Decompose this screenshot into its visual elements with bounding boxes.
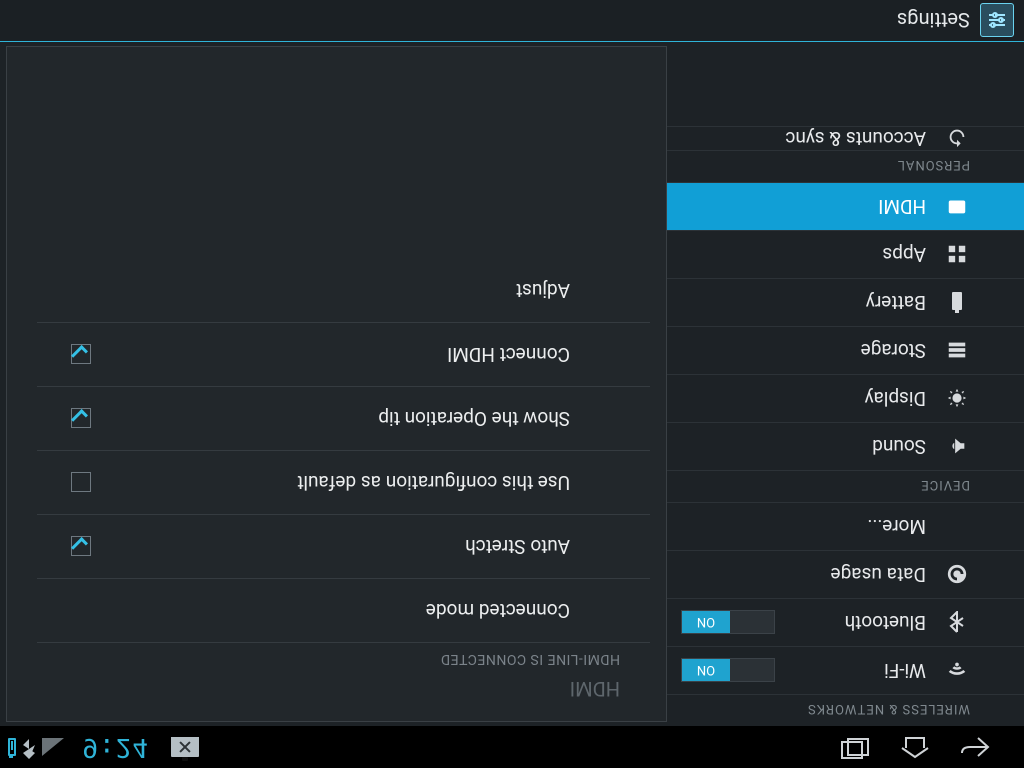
checkbox-show-tip[interactable] bbox=[71, 409, 91, 429]
home-button[interactable] bbox=[898, 734, 932, 760]
category-wireless: WIRELESS & NETWORKS bbox=[667, 694, 1024, 726]
back-button[interactable] bbox=[958, 734, 992, 760]
recents-app-label: Settings bbox=[897, 9, 970, 33]
row-label: Connected mode bbox=[426, 599, 570, 622]
bluetooth-status-icon bbox=[22, 734, 36, 760]
checkbox-connect-hdmi[interactable] bbox=[71, 345, 91, 365]
sidebar-item-bluetooth[interactable]: Bluetooth ON bbox=[667, 598, 1024, 646]
sidebar-label: Display bbox=[865, 387, 926, 410]
row-label: Show the Operation tip bbox=[378, 407, 570, 430]
sidebar-item-apps[interactable]: Apps bbox=[667, 230, 1024, 278]
sidebar-label: Wi-Fi bbox=[884, 659, 926, 682]
sidebar-item-wifi[interactable]: Wi-Fi ON bbox=[667, 646, 1024, 694]
sidebar-label: Sound bbox=[872, 435, 926, 458]
apps-icon bbox=[944, 242, 970, 268]
row-label: Auto Stretch bbox=[465, 535, 570, 558]
sidebar-item-data-usage[interactable]: Data usage bbox=[667, 550, 1024, 598]
sidebar-label: Bluetooth bbox=[845, 611, 926, 634]
row-use-default[interactable]: Use this configuration as default bbox=[37, 450, 650, 514]
storage-icon bbox=[944, 338, 970, 364]
row-auto-stretch[interactable]: Auto Stretch bbox=[37, 514, 650, 578]
pane-title: HDMI bbox=[7, 667, 666, 721]
recents-bar: Settings bbox=[0, 0, 1024, 42]
sidebar-label: HDMI bbox=[878, 195, 926, 218]
settings-app-icon[interactable] bbox=[980, 4, 1014, 38]
battery-icon bbox=[944, 290, 970, 316]
row-label: Connect HDMI bbox=[447, 343, 570, 366]
sidebar-label: Storage bbox=[861, 339, 926, 362]
hdmi-icon bbox=[944, 194, 970, 220]
row-show-tip[interactable]: Show the Operation tip bbox=[37, 386, 650, 450]
sidebar-label: Accounts & sync bbox=[785, 127, 926, 150]
display-icon bbox=[944, 386, 970, 412]
row-connected-mode[interactable]: Connected mode bbox=[37, 578, 650, 642]
category-device: DEVICE bbox=[667, 470, 1024, 502]
checkbox-auto-stretch[interactable] bbox=[71, 537, 91, 557]
settings-screen: WIRELESS & NETWORKS Wi-Fi ON Bluetooth O… bbox=[0, 42, 1024, 726]
signal-icon bbox=[42, 738, 64, 756]
wifi-toggle[interactable]: ON bbox=[681, 658, 775, 682]
bluetooth-icon bbox=[944, 610, 970, 636]
sidebar-item-storage[interactable]: Storage bbox=[667, 326, 1024, 374]
sidebar-label: More... bbox=[867, 515, 926, 538]
sidebar-item-display[interactable]: Display bbox=[667, 374, 1024, 422]
pane-subtitle: HDMI-LINE IS CONNECTED bbox=[37, 642, 650, 667]
sidebar-item-sound[interactable]: Sound bbox=[667, 422, 1024, 470]
notification-dismiss-icon[interactable] bbox=[171, 737, 199, 757]
sync-icon bbox=[944, 126, 970, 150]
category-personal: PERSONAL bbox=[667, 150, 1024, 182]
bluetooth-toggle[interactable]: ON bbox=[681, 610, 775, 634]
battery-icon bbox=[8, 738, 16, 756]
sidebar-label: Apps bbox=[882, 243, 926, 266]
android-navbar: 9:24 bbox=[0, 726, 1024, 768]
data-usage-icon bbox=[944, 562, 970, 588]
sidebar-item-battery[interactable]: Battery bbox=[667, 278, 1024, 326]
status-clock: 9:24 bbox=[82, 732, 149, 762]
checkbox-use-default[interactable] bbox=[71, 473, 91, 493]
sidebar-item-hdmi[interactable]: HDMI bbox=[667, 182, 1024, 230]
row-label: Adjust bbox=[516, 279, 570, 302]
sound-icon bbox=[944, 434, 970, 460]
settings-detail-pane: HDMI HDMI-LINE IS CONNECTED Connected mo… bbox=[6, 46, 667, 722]
row-adjust[interactable]: Adjust bbox=[37, 259, 650, 322]
sidebar-item-more[interactable]: More... bbox=[667, 502, 1024, 550]
row-label: Use this configuration as default bbox=[297, 471, 570, 494]
wifi-icon bbox=[944, 658, 970, 684]
settings-sidebar: WIRELESS & NETWORKS Wi-Fi ON Bluetooth O… bbox=[667, 42, 1024, 726]
sidebar-label: Data usage bbox=[831, 563, 926, 586]
sidebar-item-accounts[interactable]: Accounts & sync bbox=[667, 126, 1024, 150]
row-connect-hdmi[interactable]: Connect HDMI bbox=[37, 322, 650, 386]
recent-apps-button[interactable] bbox=[838, 734, 872, 760]
sidebar-label: Battery bbox=[866, 291, 926, 314]
